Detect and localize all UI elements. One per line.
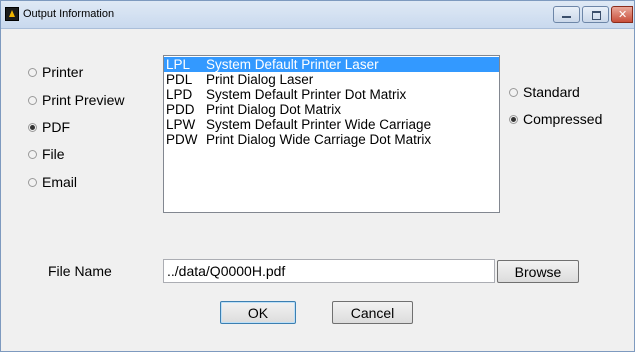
browse-button[interactable]: Browse xyxy=(497,260,579,283)
printer-name: System Default Printer Laser xyxy=(206,57,379,72)
radio-button-icon xyxy=(509,114,518,124)
list-item[interactable]: LPL System Default Printer Laser xyxy=(164,57,499,72)
radio-file[interactable]: File xyxy=(28,146,65,162)
list-item[interactable]: LPD System Default Printer Dot Matrix xyxy=(164,87,499,102)
close-icon[interactable] xyxy=(611,6,633,23)
printer-list[interactable]: LPL System Default Printer Laser PDL Pri… xyxy=(163,55,500,213)
list-item[interactable]: LPW System Default Printer Wide Carriage xyxy=(164,117,499,132)
radio-button-icon xyxy=(28,67,37,77)
radio-label: Compressed xyxy=(523,111,603,127)
radio-label: File xyxy=(42,146,65,162)
list-item[interactable]: PDW Print Dialog Wide Carriage Dot Matri… xyxy=(164,132,499,147)
radio-button-icon xyxy=(509,87,518,97)
output-information-dialog: Output Information Printer Print Preview… xyxy=(0,0,635,352)
printer-code: LPL xyxy=(166,57,191,72)
radio-button-icon xyxy=(28,177,37,187)
radio-label: Printer xyxy=(42,64,84,80)
file-name-label: File Name xyxy=(48,263,112,279)
printer-name: System Default Printer Dot Matrix xyxy=(206,87,407,102)
window-title: Output Information xyxy=(23,8,115,20)
radio-email[interactable]: Email xyxy=(28,174,77,190)
radio-standard[interactable]: Standard xyxy=(509,84,580,100)
printer-code: PDW xyxy=(166,132,198,147)
radio-label: Standard xyxy=(523,84,580,100)
cancel-button[interactable]: Cancel xyxy=(332,301,413,324)
app-icon xyxy=(5,7,19,21)
window-controls xyxy=(551,6,633,24)
list-item[interactable]: PDD Print Dialog Dot Matrix xyxy=(164,102,499,117)
printer-code: LPW xyxy=(166,117,196,132)
radio-button-icon xyxy=(28,95,37,105)
radio-label: Print Preview xyxy=(42,92,125,108)
radio-printer[interactable]: Printer xyxy=(28,64,83,80)
radio-label: Email xyxy=(42,174,78,190)
radio-button-icon xyxy=(28,149,37,159)
list-item[interactable]: PDL Print Dialog Laser xyxy=(164,72,499,87)
title-bar[interactable]: Output Information xyxy=(1,1,634,29)
minimize-icon[interactable] xyxy=(553,6,580,23)
printer-name: Print Dialog Laser xyxy=(206,72,314,87)
printer-name: Print Dialog Wide Carriage Dot Matrix xyxy=(206,132,432,147)
radio-pdf[interactable]: PDF xyxy=(28,119,70,135)
printer-code: PDD xyxy=(166,102,195,117)
radio-button-icon xyxy=(28,122,37,132)
radio-compressed[interactable]: Compressed xyxy=(509,111,602,127)
radio-print-preview[interactable]: Print Preview xyxy=(28,92,124,108)
maximize-icon[interactable] xyxy=(582,6,609,23)
printer-name: System Default Printer Wide Carriage xyxy=(206,117,432,132)
ok-button[interactable]: OK xyxy=(220,301,296,324)
printer-code: LPD xyxy=(166,87,193,102)
printer-name: Print Dialog Dot Matrix xyxy=(206,102,342,117)
radio-label: PDF xyxy=(42,119,70,135)
printer-code: PDL xyxy=(166,72,193,87)
file-name-field[interactable]: ../data/Q0000H.pdf xyxy=(163,259,495,283)
